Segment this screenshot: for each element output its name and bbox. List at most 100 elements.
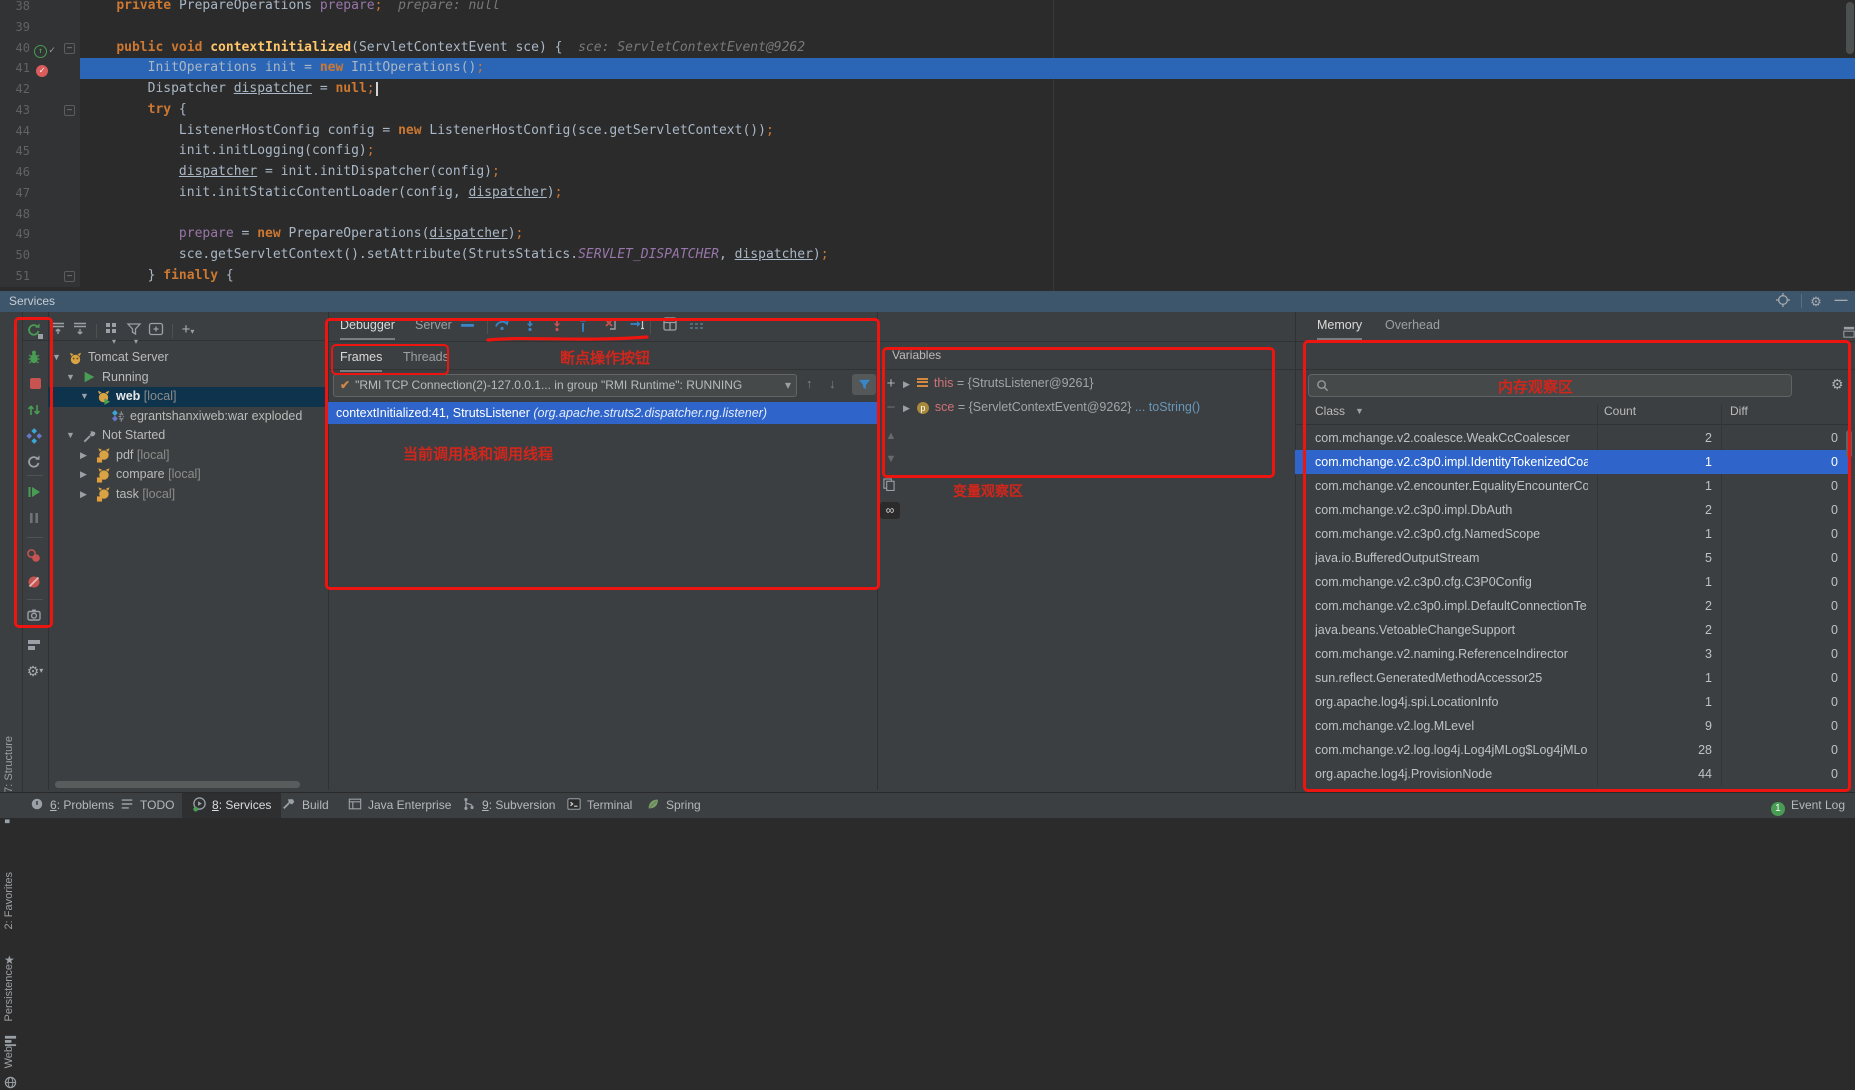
mute-breakpoints-icon[interactable] <box>26 574 44 592</box>
tree-item-task[interactable]: ▶task [local] <box>48 485 328 505</box>
tree-item-not-started[interactable]: ▼Not Started <box>48 426 328 446</box>
editor-gutter[interactable]: 49 <box>0 224 80 245</box>
tool-stripe-structure[interactable]: 7: Structure <box>3 736 15 793</box>
fold-marker-icon[interactable]: – <box>64 43 75 54</box>
chevron-right-icon[interactable]: ▶ <box>80 446 87 466</box>
editor-gutter[interactable]: 42 <box>0 79 80 100</box>
memory-class-row[interactable]: java.beans.VetoableChangeSupport20 <box>1295 618 1848 642</box>
editor-gutter[interactable]: 44 <box>0 121 80 142</box>
status-item-terminal[interactable]: Terminal <box>567 793 632 818</box>
chevron-right-icon[interactable]: ▶ <box>903 379 910 389</box>
right-stripe-icon[interactable] <box>1843 326 1855 338</box>
expand-all-icon[interactable] <box>72 321 92 339</box>
chevron-down-icon[interactable]: ▼ <box>80 387 89 407</box>
tree-item-pdf[interactable]: ▶pdf [local] <box>48 446 328 466</box>
column-class[interactable]: Class <box>1315 404 1345 418</box>
force-step-into-icon[interactable] <box>549 316 567 334</box>
tree-item-tomcat-server[interactable]: ▼Tomcat Server <box>48 348 328 368</box>
editor-gutter[interactable]: 45 <box>0 141 80 162</box>
update-application-icon[interactable] <box>26 428 44 446</box>
view-breakpoints-icon[interactable] <box>26 548 44 566</box>
chevron-right-icon[interactable]: ▶ <box>80 465 87 485</box>
editor-gutter[interactable]: 51– <box>0 266 80 287</box>
memory-class-row[interactable]: com.mchange.v2.log.log4j.Log4jMLog$Log4j… <box>1295 738 1848 762</box>
add-service-icon[interactable]: +▾ <box>178 321 198 339</box>
tab-server[interactable]: Server <box>415 312 452 338</box>
chevron-down-icon[interactable]: ▼ <box>66 368 75 388</box>
event-log-button[interactable]: 1Event Log <box>1771 793 1845 818</box>
memory-class-row[interactable]: com.mchange.v2.log.MLevel90 <box>1295 714 1848 738</box>
memory-settings-icon[interactable]: ⚙ <box>1831 376 1844 393</box>
memory-class-row[interactable]: com.mchange.v2.coalesce.WeakCcCoalescer2… <box>1295 426 1848 450</box>
status-item-todo[interactable]: TODO <box>120 793 174 818</box>
tab-memory[interactable]: Memory <box>1317 312 1362 340</box>
new-tab-icon[interactable] <box>148 321 168 339</box>
memory-class-row[interactable]: com.mchange.v2.naming.ReferenceIndirecto… <box>1295 642 1848 666</box>
memory-class-row[interactable]: com.mchange.v2.c3p0.cfg.NamedScope10 <box>1295 522 1848 546</box>
thread-dropdown[interactable]: ✔"RMI TCP Connection(2)-127.0.0.1... in … <box>333 374 797 397</box>
show-watches-icon[interactable]: ∞ <box>880 502 900 519</box>
editor-gutter[interactable]: 39 <box>0 17 80 38</box>
chevron-right-icon[interactable]: ▶ <box>903 403 910 413</box>
globe-icon[interactable] <box>4 1076 18 1090</box>
memory-scrollbar[interactable] <box>1846 430 1852 458</box>
filter-icon[interactable]: ▾ <box>126 321 146 339</box>
layout-icon[interactable] <box>26 637 44 655</box>
tool-stripe-persistence[interactable]: Persistence <box>3 964 15 1021</box>
memory-search-input[interactable] <box>1308 374 1792 397</box>
status-item-java-enterprise[interactable]: Java Enterprise <box>348 793 451 818</box>
step-out-icon[interactable] <box>575 316 593 334</box>
fold-marker-icon[interactable]: – <box>64 105 75 116</box>
tool-stripe-favorites[interactable]: 2: Favorites <box>3 872 15 929</box>
tab-overhead[interactable]: Overhead <box>1385 312 1440 338</box>
debug-icon[interactable] <box>26 349 44 367</box>
tree-horizontal-scrollbar[interactable] <box>55 781 300 788</box>
memory-class-row[interactable]: com.mchange.v2.encounter.EqualityEncount… <box>1295 474 1848 498</box>
status-item-spring[interactable]: Spring <box>646 793 701 818</box>
restart-icon[interactable] <box>26 402 44 420</box>
move-down-icon[interactable]: ▼ <box>883 451 899 467</box>
step-into-icon[interactable] <box>522 316 540 334</box>
settings-icon[interactable]: ⚙▾ <box>26 663 44 681</box>
memory-table-header[interactable]: Class ▼ Count Diff <box>1295 404 1848 425</box>
stack-frame-row[interactable]: contextInitialized:41, StrutsListener (o… <box>328 402 877 424</box>
tab-threads[interactable]: Threads <box>403 344 449 370</box>
rerun-icon[interactable] <box>26 322 44 340</box>
column-count[interactable]: Count <box>1604 404 1636 418</box>
previous-frame-icon[interactable]: ↑ <box>806 376 813 391</box>
thread-dump-icon[interactable] <box>26 607 44 625</box>
editor-gutter[interactable]: 48 <box>0 204 80 225</box>
tab-debugger[interactable]: Debugger <box>340 312 395 340</box>
tree-item-running[interactable]: ▼Running <box>48 368 328 388</box>
status-item--subversion[interactable]: 9: Subversion <box>462 793 555 818</box>
editor-gutter[interactable]: 46 <box>0 162 80 183</box>
chevron-right-icon[interactable]: ▶ <box>80 485 87 505</box>
tree-item-compare[interactable]: ▶compare [local] <box>48 465 328 485</box>
hide-icon[interactable]: — <box>1833 292 1849 308</box>
collapse-all-icon[interactable] <box>50 321 70 339</box>
remove-watch-icon[interactable]: − <box>883 400 899 416</box>
layout-settings-icon[interactable] <box>460 316 478 334</box>
next-frame-icon[interactable]: ↓ <box>829 376 836 391</box>
variable-row-this[interactable]: ▶this = {StrutsListener@9261} <box>903 372 1094 394</box>
evaluate-expression-icon[interactable] <box>662 316 680 334</box>
column-diff[interactable]: Diff <box>1730 404 1748 418</box>
memory-class-row[interactable]: org.apache.log4j.spi.LocationInfo10 <box>1295 690 1848 714</box>
editor-gutter[interactable]: 43– <box>0 100 80 121</box>
trace-stream-icon[interactable] <box>688 316 706 334</box>
pause-icon[interactable] <box>26 510 44 528</box>
settings-icon[interactable]: ⚙ <box>1808 294 1824 310</box>
memory-class-row[interactable]: com.mchange.v2.c3p0.impl.DbAuth20 <box>1295 498 1848 522</box>
drop-frame-icon[interactable] <box>602 316 620 334</box>
memory-class-row[interactable]: com.mchange.v2.c3p0.cfg.C3P0Config10 <box>1295 570 1848 594</box>
code-editor[interactable]: 38 private PrepareOperations prepare; pr… <box>0 0 1855 291</box>
step-over-icon[interactable] <box>494 316 512 334</box>
resume-icon[interactable] <box>26 484 44 502</box>
memory-class-row[interactable]: com.mchange.v2.c3p0.impl.IdentityTokeniz… <box>1295 450 1848 474</box>
stop-icon[interactable] <box>26 375 44 393</box>
copy-icon[interactable] <box>883 478 899 494</box>
status-item-build[interactable]: Build <box>282 793 329 818</box>
editor-gutter[interactable]: 38 <box>0 0 80 17</box>
status-item--problems[interactable]: 6: Problems <box>30 793 114 818</box>
chevron-down-icon[interactable]: ▼ <box>66 426 75 446</box>
